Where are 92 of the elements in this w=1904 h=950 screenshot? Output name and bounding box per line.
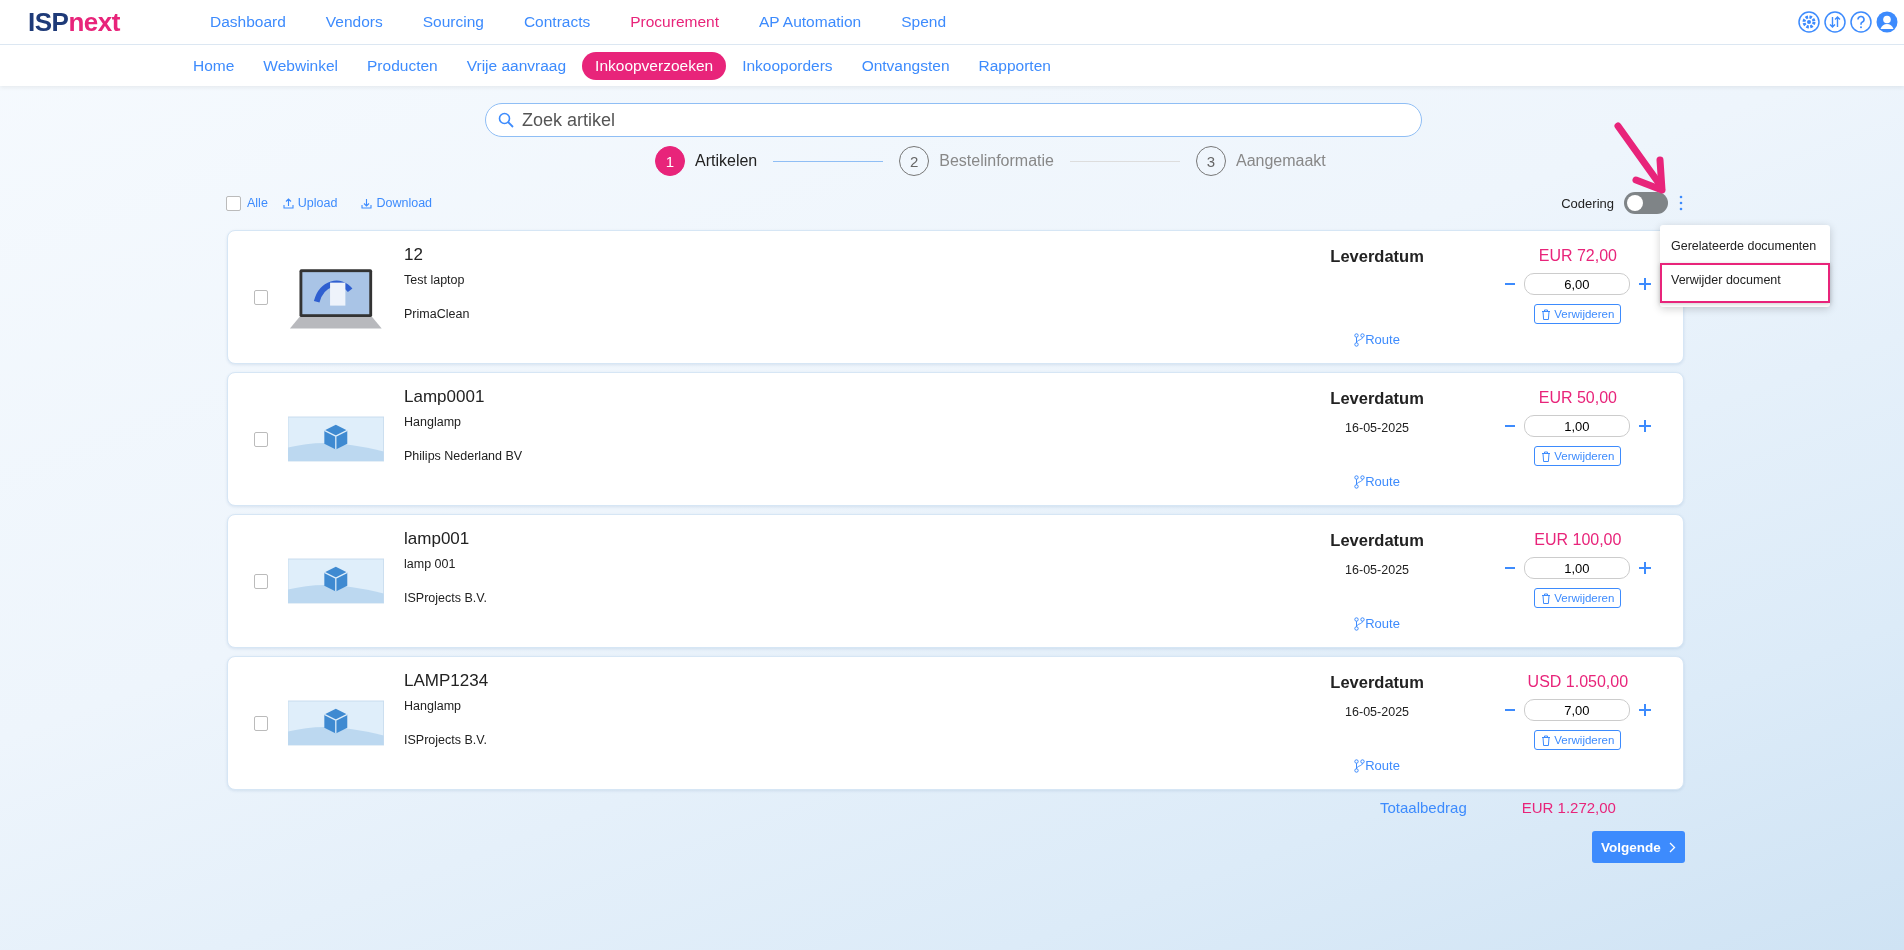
remove-button[interactable]: Verwijderen xyxy=(1534,304,1622,324)
plus-icon[interactable] xyxy=(1637,419,1652,433)
help-icon[interactable] xyxy=(1850,11,1872,33)
delivery-date: 16-05-2025 xyxy=(1345,421,1410,435)
menu-item[interactable]: Gerelateerde documenten xyxy=(1660,229,1830,263)
transfer-arrows-icon[interactable] xyxy=(1824,11,1846,33)
supplier-name: Philips Nederland BV xyxy=(404,449,524,463)
item-name: lamp 001 xyxy=(404,557,457,571)
step-label: Artikelen xyxy=(695,152,758,170)
upload-link[interactable]: Upload xyxy=(282,196,338,210)
sub-nav-tab[interactable]: Ontvangsten xyxy=(848,51,963,80)
plus-icon[interactable] xyxy=(1637,703,1652,717)
nav-link[interactable]: Vendors xyxy=(305,13,403,31)
item-checkbox[interactable] xyxy=(254,431,269,447)
nav-link[interactable]: Dashboard xyxy=(190,13,306,31)
trash-icon xyxy=(1541,308,1552,320)
step-number: 1 xyxy=(655,146,685,176)
item-price: EUR 72,00 xyxy=(1538,247,1617,265)
nav-link[interactable]: AP Automation xyxy=(739,13,882,31)
coding-label: Codering xyxy=(1561,195,1614,211)
quantity-field[interactable]: 7,00 xyxy=(1523,699,1630,721)
item-code: Lamp0001 xyxy=(404,387,486,407)
search-field[interactable]: Zoek artikel xyxy=(485,103,1422,137)
delivery-date: 16-05-2025 xyxy=(1345,705,1410,719)
download-link[interactable]: Download xyxy=(361,196,433,210)
sub-nav-tab[interactable]: Inkoopverzoeken xyxy=(582,51,727,80)
sub-nav-tab[interactable]: Inkooporders xyxy=(729,51,846,80)
chevron-right-icon xyxy=(1668,841,1676,853)
quantity-field[interactable]: 1,00 xyxy=(1523,415,1630,437)
trash-icon xyxy=(1541,450,1552,462)
more-options-icon[interactable] xyxy=(1678,194,1684,212)
branch-icon xyxy=(1354,332,1366,347)
item-code: LAMP1234 xyxy=(404,671,490,691)
branch-icon xyxy=(1354,758,1366,773)
route-link[interactable]: Route xyxy=(1354,474,1400,489)
delivery-date-label: Leverdatum xyxy=(1330,673,1424,692)
download-icon xyxy=(361,197,373,209)
plus-icon[interactable] xyxy=(1637,561,1652,575)
delivery-date: 16-05-2025 xyxy=(1345,563,1410,577)
item-checkbox[interactable] xyxy=(254,573,269,589)
route-link[interactable]: Route xyxy=(1354,616,1400,631)
search-icon xyxy=(498,112,514,128)
sub-nav-tab[interactable]: Rapporten xyxy=(965,51,1064,80)
settings-icon[interactable] xyxy=(1798,11,1820,33)
route-link[interactable]: Route xyxy=(1354,332,1400,347)
supplier-name: ISProjects B.V. xyxy=(404,733,488,747)
step-label: Bestelinformatie xyxy=(939,152,1054,170)
quantity-field[interactable]: 6,00 xyxy=(1523,273,1630,295)
remove-button[interactable]: Verwijderen xyxy=(1534,446,1622,466)
plus-icon[interactable] xyxy=(1637,277,1652,291)
user-icon[interactable] xyxy=(1876,11,1898,33)
total-amount: EUR 1.272,00 xyxy=(1521,799,1616,816)
supplier-name: PrimaClean xyxy=(404,307,471,321)
sub-nav-tab[interactable]: Vrije aanvraag xyxy=(453,51,580,80)
nav-link[interactable]: Spend xyxy=(881,13,967,31)
item-code: lamp001 xyxy=(404,529,471,549)
upload-icon xyxy=(282,197,294,209)
remove-button[interactable]: Verwijderen xyxy=(1534,588,1622,608)
next-button[interactable]: Volgende xyxy=(1592,831,1685,863)
nav-link[interactable]: Sourcing xyxy=(402,13,504,31)
item-price: EUR 100,00 xyxy=(1534,531,1622,549)
item-price: USD 1.050,00 xyxy=(1527,673,1629,691)
route-link[interactable]: Route xyxy=(1354,758,1400,773)
select-all-label[interactable]: Alle xyxy=(247,196,268,210)
branch-icon xyxy=(1354,616,1366,631)
supplier-name: ISProjects B.V. xyxy=(404,591,488,605)
step-label: Aangemaakt xyxy=(1235,152,1326,170)
nav-link[interactable]: Contracts xyxy=(503,13,611,31)
sub-nav-tab[interactable]: Webwinkel xyxy=(250,51,352,80)
quantity-field[interactable]: 1,00 xyxy=(1523,557,1630,579)
item-code: 12 xyxy=(404,245,424,265)
select-all-checkbox[interactable] xyxy=(226,195,241,211)
sub-nav-tab[interactable]: Producten xyxy=(354,51,451,80)
coding-toggle[interactable] xyxy=(1624,192,1668,214)
delivery-date-label: Leverdatum xyxy=(1330,389,1424,408)
item-checkbox[interactable] xyxy=(254,289,269,305)
delivery-date-label: Leverdatum xyxy=(1330,531,1424,550)
remove-button[interactable]: Verwijderen xyxy=(1534,730,1622,750)
item-price: EUR 50,00 xyxy=(1538,389,1617,407)
trash-icon xyxy=(1541,592,1552,604)
logo[interactable]: ISPnext xyxy=(28,6,190,38)
menu-item[interactable]: Verwijder document xyxy=(1660,263,1830,303)
item-name: Hanglamp xyxy=(404,415,462,429)
item-name: Hanglamp xyxy=(404,699,462,713)
total-label: Totaalbedrag xyxy=(1380,799,1467,816)
sub-nav-tab[interactable]: Home xyxy=(180,51,248,80)
delivery-date-label: Leverdatum xyxy=(1330,247,1424,266)
item-checkbox[interactable] xyxy=(254,715,269,731)
nav-link[interactable]: Procurement xyxy=(610,13,739,31)
branch-icon xyxy=(1354,474,1366,489)
trash-icon xyxy=(1541,734,1552,746)
item-name: Test laptop xyxy=(404,273,466,287)
